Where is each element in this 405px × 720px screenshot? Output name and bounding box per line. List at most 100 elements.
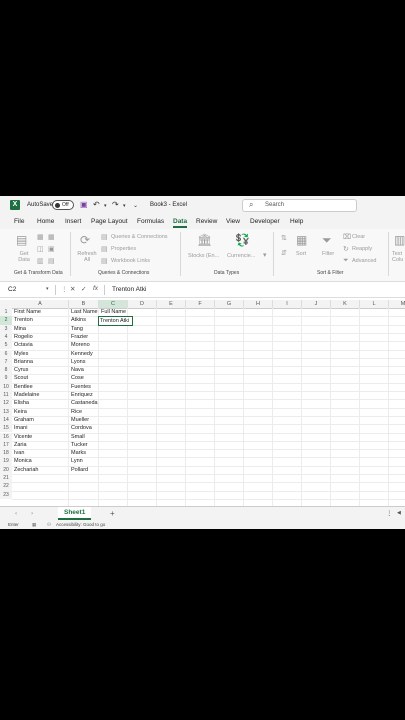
table-cell[interactable]: Lynn bbox=[69, 457, 99, 465]
redo-dropdown-icon[interactable]: ▾ bbox=[123, 203, 126, 209]
table-cell[interactable]: Marks bbox=[69, 449, 99, 457]
tab-view[interactable]: View bbox=[226, 218, 240, 225]
table-cell[interactable]: Octavia bbox=[12, 341, 69, 349]
cell-area[interactable]: First Name Last Name Full Name Trenton Atkin… bbox=[12, 308, 405, 508]
column-header-m[interactable]: M bbox=[389, 300, 405, 308]
column-header-f[interactable]: F bbox=[186, 300, 215, 308]
next-sheet-icon[interactable]: › bbox=[31, 510, 33, 517]
column-header-d[interactable]: D bbox=[128, 300, 157, 308]
header-cell[interactable]: Full Name bbox=[99, 308, 128, 316]
header-cell[interactable]: Last Name bbox=[69, 308, 99, 316]
worksheet-grid[interactable]: ABCDEFGHIJKLM 1 2 3 4 5 6 7 8 9 10 11 12 13 14 15 16 17 1… bbox=[0, 300, 405, 508]
enter-icon[interactable]: ✓ bbox=[81, 285, 86, 293]
row-header-20[interactable]: 20 bbox=[0, 465, 12, 474]
cancel-icon[interactable]: ✕ bbox=[70, 285, 75, 293]
column-header-a[interactable]: A bbox=[12, 300, 69, 308]
table-cell[interactable]: Keira bbox=[12, 408, 69, 416]
table-cell[interactable]: Rice bbox=[69, 408, 99, 416]
table-cell[interactable]: Ivan bbox=[12, 449, 69, 457]
row-header-18[interactable]: 18 bbox=[0, 449, 12, 458]
row-header-22[interactable]: 22 bbox=[0, 482, 12, 491]
table-cell[interactable]: Nava bbox=[69, 366, 99, 374]
refresh-all-button[interactable]: Refresh All bbox=[76, 251, 98, 263]
from-web-icon[interactable]: ◫ bbox=[37, 245, 44, 253]
row-header-11[interactable]: 11 bbox=[0, 391, 12, 400]
tab-help[interactable]: Help bbox=[290, 218, 303, 225]
table-cell[interactable]: Rogelio bbox=[12, 333, 69, 341]
sort-ascending-icon[interactable]: ⇅ bbox=[281, 234, 287, 242]
column-header-b[interactable]: B bbox=[69, 300, 99, 308]
from-picture-icon[interactable]: ▤ bbox=[48, 257, 55, 265]
table-cell[interactable]: Trenton bbox=[12, 316, 69, 324]
header-cell[interactable]: First Name bbox=[12, 308, 69, 316]
stocks-button[interactable]: Stocks (En... bbox=[188, 253, 219, 259]
queries-connections-button[interactable]: Queries & Connections bbox=[111, 234, 168, 240]
undo-icon[interactable]: ↶ bbox=[93, 200, 100, 209]
row-header-17[interactable]: 17 bbox=[0, 440, 12, 450]
tab-formulas[interactable]: Formulas bbox=[137, 218, 164, 225]
customize-toolbar-icon[interactable]: ⌄ bbox=[133, 202, 138, 209]
scroll-left-icon[interactable]: ◀ bbox=[397, 510, 401, 516]
table-cell[interactable]: Castaneda bbox=[69, 399, 99, 407]
table-cell[interactable]: Cyrus bbox=[12, 366, 69, 374]
row-header-13[interactable]: 13 bbox=[0, 407, 12, 416]
autosave-toggle[interactable]: Off bbox=[52, 200, 74, 210]
table-cell[interactable]: Pollard bbox=[69, 466, 99, 474]
undo-dropdown-icon[interactable]: ▾ bbox=[104, 203, 107, 209]
add-sheet-button[interactable]: + bbox=[110, 509, 115, 518]
table-cell[interactable]: Myles bbox=[12, 350, 69, 358]
row-header-16[interactable]: 16 bbox=[0, 432, 12, 441]
search-box[interactable]: ⌕ Search bbox=[242, 199, 357, 212]
table-cell[interactable]: Vicente bbox=[12, 433, 69, 441]
row-header-21[interactable]: 21 bbox=[0, 474, 12, 483]
column-header-h[interactable]: H bbox=[244, 300, 273, 308]
table-cell[interactable]: Elisha bbox=[12, 399, 69, 407]
table-cell[interactable]: Monica bbox=[12, 457, 69, 465]
table-cell[interactable]: Brianna bbox=[12, 358, 69, 366]
table-cell[interactable]: Graham bbox=[12, 416, 69, 424]
name-box-dropdown-icon[interactable]: ▾ bbox=[46, 286, 49, 292]
recent-sources-icon[interactable]: ▦ bbox=[48, 233, 55, 241]
row-header-4[interactable]: 4 bbox=[0, 332, 12, 342]
row-header-7[interactable]: 7 bbox=[0, 357, 12, 367]
column-header-e[interactable]: E bbox=[157, 300, 186, 308]
tab-insert[interactable]: Insert bbox=[65, 218, 81, 225]
row-header-6[interactable]: 6 bbox=[0, 349, 12, 358]
row-header-5[interactable]: 5 bbox=[0, 341, 12, 350]
currencies-button[interactable]: Currencie... bbox=[227, 253, 255, 259]
accessibility-status[interactable]: Accessibility: Good to go bbox=[56, 522, 105, 527]
table-cell[interactable]: Frazier bbox=[69, 333, 99, 341]
column-header-c[interactable]: C bbox=[99, 300, 128, 308]
reapply-button[interactable]: Reapply bbox=[352, 246, 372, 252]
table-cell[interactable]: Fuentes bbox=[69, 383, 99, 391]
table-cell[interactable]: Small bbox=[69, 433, 99, 441]
sort-button[interactable]: Sort bbox=[296, 251, 306, 257]
column-header-l[interactable]: L bbox=[360, 300, 389, 308]
table-cell[interactable]: Mina bbox=[12, 325, 69, 333]
column-header-j[interactable]: J bbox=[302, 300, 331, 308]
save-icon[interactable]: ▣ bbox=[80, 200, 88, 209]
table-cell[interactable]: Madelaine bbox=[12, 391, 69, 399]
row-header-19[interactable]: 19 bbox=[0, 457, 12, 466]
tab-review[interactable]: Review bbox=[196, 218, 217, 225]
row-header-3[interactable]: 3 bbox=[0, 324, 12, 333]
table-cell[interactable]: Cordova bbox=[69, 424, 99, 432]
text-to-columns-button[interactable]: Text Colu bbox=[392, 251, 405, 263]
table-cell[interactable]: Tucker bbox=[69, 441, 99, 449]
row-header-10[interactable]: 10 bbox=[0, 382, 12, 391]
advanced-button[interactable]: Advanced bbox=[352, 258, 376, 264]
table-cell[interactable]: Cose bbox=[69, 374, 99, 382]
existing-connections-icon[interactable]: ▣ bbox=[48, 245, 55, 253]
tab-developer[interactable]: Developer bbox=[250, 218, 280, 225]
tab-home[interactable]: Home bbox=[37, 218, 54, 225]
table-cell[interactable]: Atkins bbox=[69, 316, 99, 324]
row-header-1[interactable]: 1 bbox=[0, 308, 12, 317]
redo-icon[interactable]: ↷ bbox=[112, 200, 119, 209]
prev-sheet-icon[interactable]: ‹ bbox=[15, 510, 17, 517]
properties-button[interactable]: Properties bbox=[111, 246, 136, 252]
clear-button[interactable]: Clear bbox=[352, 234, 365, 240]
row-header-14[interactable]: 14 bbox=[0, 415, 12, 425]
table-cell[interactable]: Moreno bbox=[69, 341, 99, 349]
more-options-icon[interactable]: ⋮ bbox=[61, 285, 68, 293]
accessibility-icon[interactable]: ⚇ bbox=[47, 522, 51, 528]
